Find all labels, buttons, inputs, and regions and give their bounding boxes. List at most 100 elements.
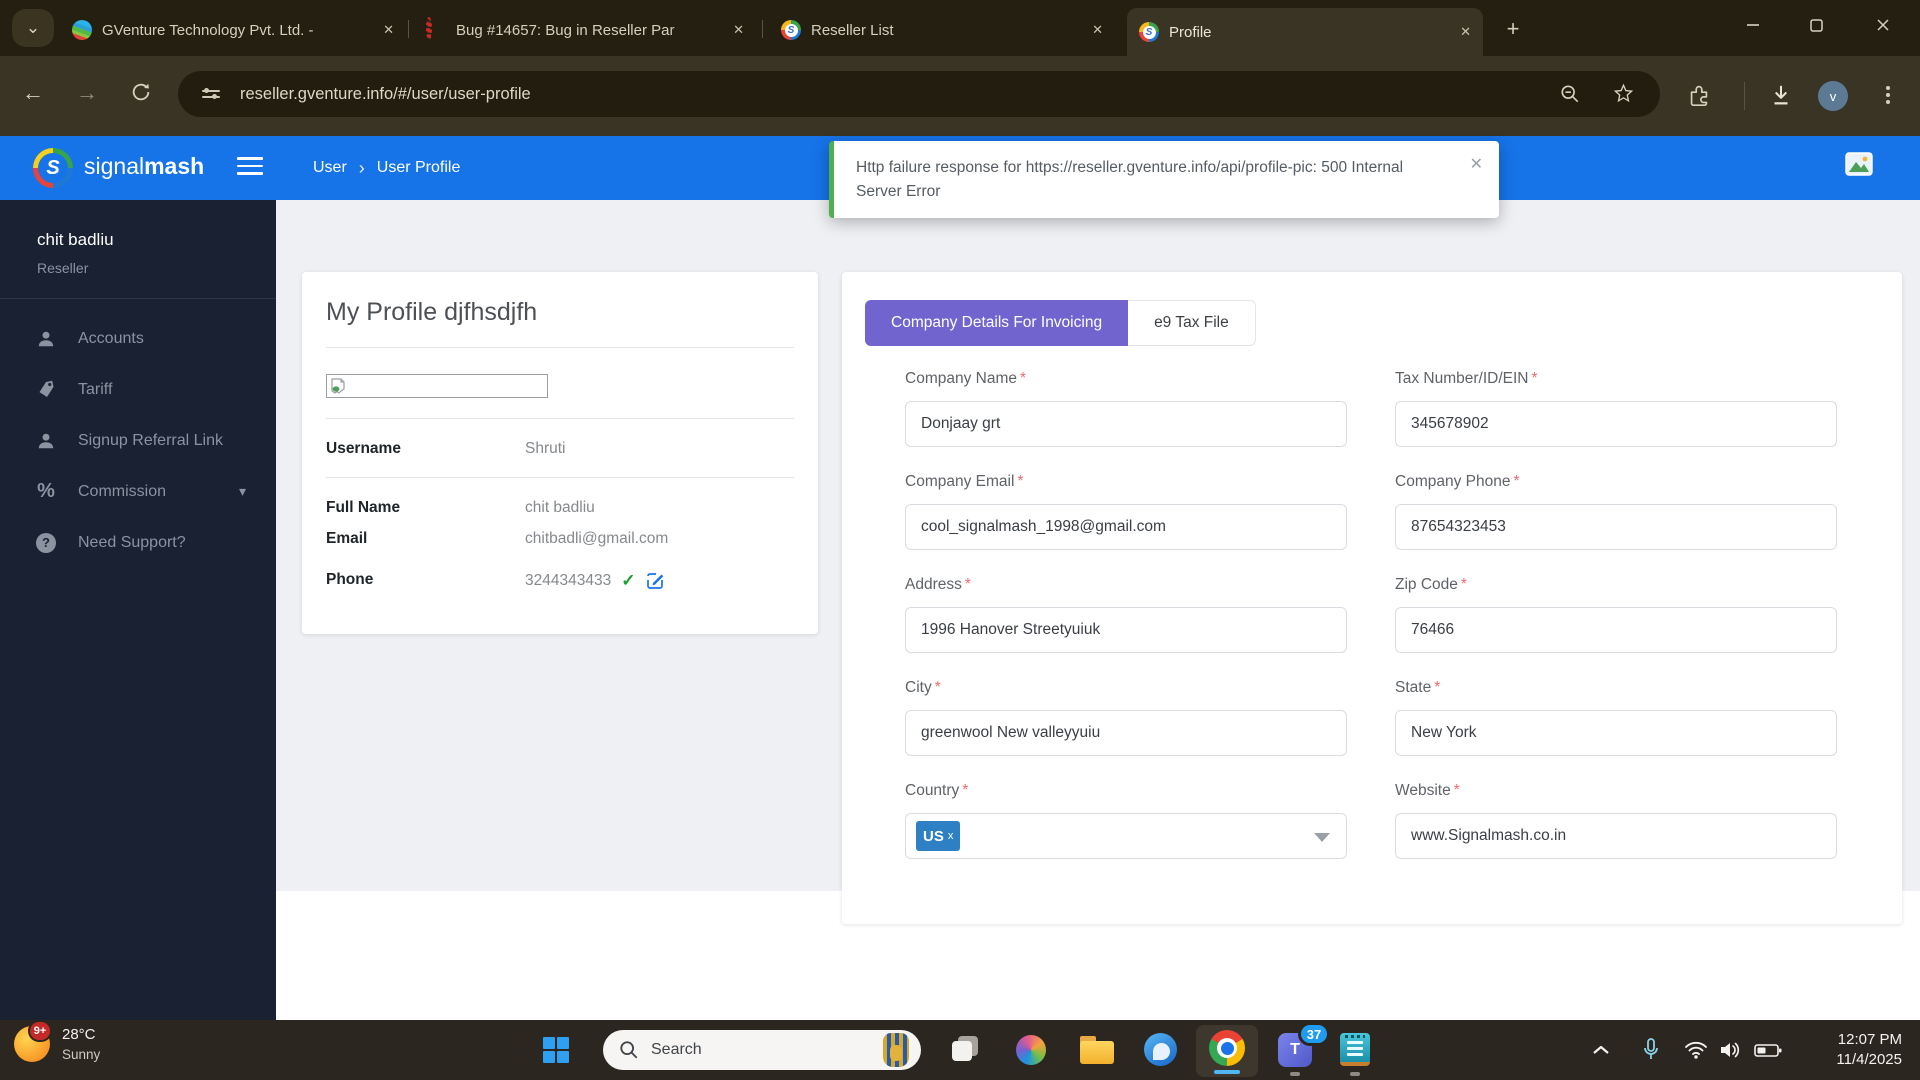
company-phone-input[interactable] (1395, 504, 1837, 550)
tab-bug-14657[interactable]: Bug #14657: Bug in Reseller Par ✕ (414, 10, 756, 50)
row-label: Full Name (326, 499, 525, 517)
header-avatar-broken-image-icon[interactable] (1845, 152, 1873, 176)
company-details-card: Company Details For Invoicing e9 Tax Fil… (842, 272, 1902, 924)
site-info-icon[interactable] (202, 86, 220, 102)
tax-number-input[interactable] (1395, 401, 1837, 447)
sidebar-item-tariff[interactable]: Tariff (0, 364, 276, 415)
taskbar-clock[interactable]: 12:07 PM 11/4/2025 (1836, 1030, 1902, 1070)
chrome-button-active[interactable] (1196, 1025, 1258, 1077)
back-button[interactable]: ← (22, 80, 44, 106)
tab-title: GVenture Technology Pvt. Ltd. - (102, 22, 367, 39)
downloads-button[interactable] (1768, 82, 1794, 108)
profile-card-title: My Profile djfhsdjfh (326, 298, 537, 327)
toast-close-icon[interactable]: ✕ (1470, 154, 1483, 174)
tab-company-details-for-invoicing[interactable]: Company Details For Invoicing (865, 300, 1128, 346)
required-asterisk: * (935, 679, 941, 696)
row-value: Shruti (525, 440, 566, 458)
address-bar[interactable]: reseller.gventure.info/#/user/user-profi… (178, 71, 1660, 117)
window-maximize-button[interactable] (1793, 0, 1839, 50)
sidebar-item-signup-referral-link[interactable]: Signup Referral Link (0, 415, 276, 466)
file-explorer-button[interactable] (1080, 1036, 1114, 1064)
notification-badge: 9+ (28, 1020, 52, 1042)
reload-button[interactable] (130, 81, 152, 103)
notepad-button[interactable] (1340, 1033, 1370, 1066)
sidebar-user-role: Reseller (37, 260, 276, 276)
user-icon (35, 330, 57, 348)
state-input[interactable] (1395, 710, 1837, 756)
tab-reseller-list[interactable]: S Reseller List ✕ (769, 10, 1115, 50)
wifi-button[interactable] (1684, 1020, 1708, 1080)
tag-icon (35, 380, 57, 399)
tab-close-icon[interactable]: ✕ (383, 22, 394, 38)
chevron-right-icon: › (359, 158, 365, 179)
reload-icon (130, 81, 152, 103)
teams-icon: T (1290, 1041, 1300, 1059)
required-asterisk: * (1434, 679, 1440, 696)
extensions-button[interactable] (1686, 82, 1712, 108)
sidebar-item-need-support[interactable]: ? Need Support? (0, 517, 276, 568)
signalmash-logo-icon[interactable]: S (33, 148, 73, 188)
download-icon (1768, 82, 1794, 108)
sidebar-item-commission[interactable]: % Commission ▾ (0, 466, 276, 517)
chip-remove-icon[interactable]: x (948, 830, 954, 842)
sidebar-item-label: Need Support? (78, 534, 186, 552)
tab-close-icon[interactable]: ✕ (733, 22, 744, 38)
company-name-input[interactable] (905, 401, 1347, 447)
user-icon (35, 432, 57, 450)
tab-search-button[interactable]: ⌄ (12, 9, 54, 47)
tab-gventure[interactable]: GVenture Technology Pvt. Ltd. - ✕ (60, 10, 406, 50)
weather-widget[interactable]: 9+ 28°C Sunny (14, 1026, 100, 1062)
website-input[interactable] (1395, 813, 1837, 859)
city-input[interactable] (905, 710, 1347, 756)
profile-picture-broken-image[interactable] (326, 374, 548, 398)
toolbar-divider (1744, 82, 1745, 110)
clock-time: 12:07 PM (1836, 1030, 1902, 1050)
window-minimize-button[interactable] (1730, 0, 1776, 50)
window-close-button[interactable] (1860, 0, 1906, 50)
country-select[interactable]: US x (905, 813, 1347, 859)
tab-close-icon[interactable]: ✕ (1460, 24, 1471, 40)
hamburger-menu-icon[interactable] (237, 157, 263, 180)
tab-e9-tax-file[interactable]: e9 Tax File (1128, 300, 1256, 346)
field-country: Country* US x (905, 782, 1347, 859)
tab-close-icon[interactable]: ✕ (1092, 22, 1103, 38)
weather-condition: Sunny (62, 1047, 100, 1062)
puzzle-icon (1686, 82, 1712, 108)
edit-phone-button[interactable] (645, 571, 665, 591)
start-button[interactable] (543, 1037, 569, 1063)
search-highlight-image (883, 1033, 909, 1067)
company-tabs: Company Details For Invoicing e9 Tax Fil… (865, 300, 1256, 346)
sidebar-user-name: chit badliu (37, 230, 276, 250)
sidebar-user-block: chit badliu Reseller (0, 200, 276, 276)
teams-badge: 37 (1298, 1022, 1330, 1046)
forward-button[interactable]: → (76, 80, 98, 106)
url-text[interactable]: reseller.gventure.info/#/user/user-profi… (240, 71, 531, 117)
company-email-input[interactable] (905, 504, 1347, 550)
chevron-up-icon (1592, 1044, 1610, 1056)
thunderbird-button[interactable] (1144, 1033, 1177, 1066)
task-view-button[interactable] (952, 1041, 972, 1061)
tab-profile-active[interactable]: S Profile ✕ (1127, 8, 1483, 56)
tab-divider (762, 20, 763, 38)
address-input[interactable] (905, 607, 1347, 653)
volume-button[interactable] (1718, 1020, 1742, 1080)
my-profile-card: My Profile djfhsdjfh Username Shruti Ful… (302, 272, 818, 634)
sidebar-item-accounts[interactable]: Accounts (0, 313, 276, 364)
country-chip-us[interactable]: US x (916, 821, 960, 851)
browser-profile-avatar[interactable]: v (1818, 81, 1848, 111)
taskbar-search[interactable]: Search (603, 1030, 921, 1070)
running-app-dot (1290, 1072, 1300, 1076)
battery-indicator[interactable] (1754, 1020, 1782, 1080)
zoom-out-icon[interactable] (1560, 84, 1580, 104)
maximize-icon (1810, 19, 1823, 32)
microphone-indicator[interactable] (1642, 1020, 1660, 1080)
new-tab-button[interactable]: + (1498, 14, 1528, 44)
zip-code-input[interactable] (1395, 607, 1837, 653)
tray-expand-button[interactable] (1592, 1020, 1610, 1080)
breadcrumb-user[interactable]: User (313, 159, 347, 177)
browser-menu-button[interactable] (1878, 81, 1898, 109)
clock-date: 11/4/2025 (1836, 1050, 1902, 1070)
page-content: S signalmash User › User Profile Http fa… (0, 136, 1920, 1020)
bookmark-star-icon[interactable] (1613, 83, 1634, 104)
copilot-button[interactable] (1016, 1035, 1046, 1065)
